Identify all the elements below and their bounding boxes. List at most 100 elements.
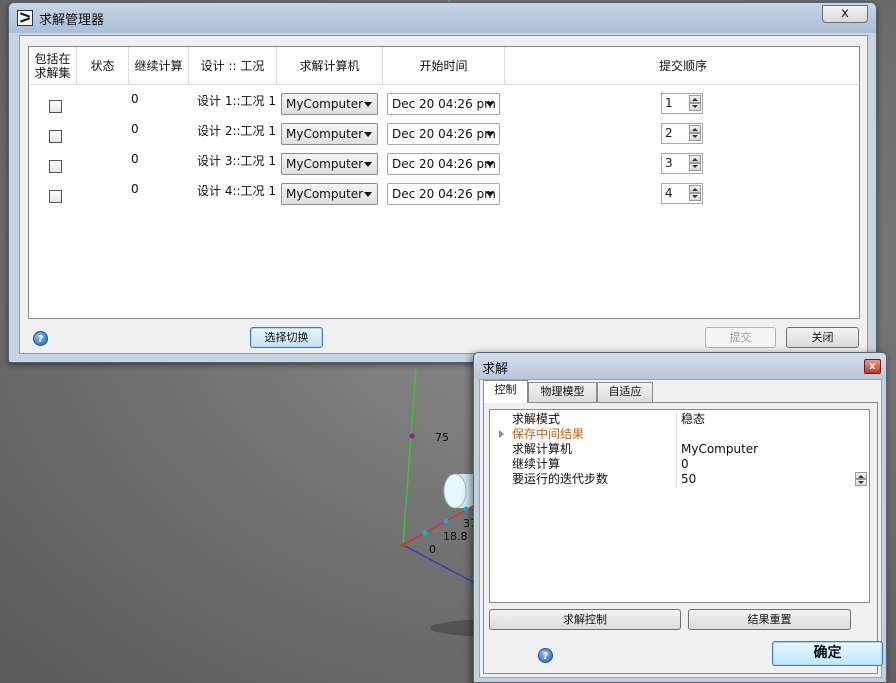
column-header-computer[interactable]: 求解计算机	[277, 47, 383, 85]
start-time-value: Dec 20 04:26 pm	[392, 97, 496, 111]
column-header-start-time[interactable]: 开始时间	[383, 47, 505, 85]
start-time-picker[interactable]: Dec 20 04:26 pm	[387, 153, 500, 175]
design-case-label: 设计 3::工况 1	[197, 154, 276, 168]
submit-button[interactable]: 提交	[705, 327, 776, 348]
column-header-submit-order[interactable]: 提交顺序	[505, 47, 861, 85]
property-name: 继续计算	[512, 457, 561, 471]
property-row[interactable]: 继续计算 0	[490, 457, 869, 472]
solve-manager-window: 求解管理器 x 包括在求解集 状态 继续计算 设计 :: 工况 求解计算机 开始…	[8, 2, 877, 363]
property-name: 求解模式	[512, 412, 561, 426]
submit-order-value: 4	[665, 186, 673, 200]
spin-down-icon[interactable]	[689, 163, 701, 171]
chevron-down-icon	[486, 132, 494, 137]
computer-select-value: MyComputer	[286, 187, 364, 201]
property-row[interactable]: 求解模式 稳态	[490, 412, 869, 427]
spin-up-icon[interactable]	[689, 125, 701, 133]
app-logo-icon	[17, 10, 33, 26]
y-axis-line	[402, 367, 417, 546]
submit-order-value: 2	[665, 126, 673, 140]
spin-up-icon[interactable]	[689, 95, 701, 103]
window-title: 求解管理器	[39, 13, 105, 28]
spin-down-icon[interactable]	[855, 479, 867, 486]
close-button[interactable]: 关闭	[786, 327, 859, 348]
chevron-down-icon	[486, 162, 494, 167]
computer-select-value: MyComputer	[286, 97, 364, 111]
spin-up-icon[interactable]	[689, 185, 701, 193]
chevron-down-icon	[364, 132, 372, 137]
spin-down-icon[interactable]	[689, 133, 701, 141]
axis-label-18-8: 18.8	[443, 530, 468, 543]
tab-panel-control: 求解模式 稳态 保存中间结果 求解计算机 MyComputer 继续计算 0 要…	[483, 402, 878, 674]
computer-select[interactable]: MyComputer	[281, 153, 378, 175]
help-icon[interactable]: ?	[33, 331, 48, 346]
design-case-label: 设计 2::工况 1	[197, 124, 276, 138]
table-row: 0 设计 4::工况 1 MyComputer Dec 20 04:26 pm …	[29, 179, 859, 209]
start-time-picker[interactable]: Dec 20 04:26 pm	[387, 123, 500, 145]
computer-select[interactable]: MyComputer	[281, 183, 378, 205]
chevron-down-icon	[364, 162, 372, 167]
close-icon[interactable]: x	[864, 359, 881, 374]
table-row: 0 设计 3::工况 1 MyComputer Dec 20 04:26 pm …	[29, 149, 859, 179]
table-row: 0 设计 2::工况 1 MyComputer Dec 20 04:26 pm …	[29, 119, 859, 149]
tab-adaptive[interactable]: 自适应	[597, 382, 653, 402]
column-header-status[interactable]: 状态	[77, 47, 129, 85]
start-time-value: Dec 20 04:26 pm	[392, 187, 496, 201]
submit-order-value: 3	[665, 156, 673, 170]
tab-control[interactable]: 控制	[483, 380, 528, 403]
property-group-row[interactable]: 保存中间结果	[490, 427, 869, 442]
continue-value: 0	[131, 92, 139, 106]
dialog-title: 求解	[482, 362, 509, 377]
result-reset-button[interactable]: 结果重置	[688, 609, 851, 630]
include-checkbox[interactable]	[49, 130, 62, 143]
continue-value: 0	[131, 122, 139, 136]
property-value[interactable]: MyComputer	[681, 442, 758, 457]
ok-button[interactable]: 确定	[772, 641, 883, 666]
start-time-picker[interactable]: Dec 20 04:26 pm	[387, 183, 500, 205]
solve-set-table: 包括在求解集 状态 继续计算 设计 :: 工况 求解计算机 开始时间 提交顺序 …	[28, 46, 860, 319]
include-checkbox[interactable]	[49, 190, 62, 203]
column-header-continue[interactable]: 继续计算	[129, 47, 189, 85]
submit-order-stepper[interactable]: 2	[661, 123, 703, 144]
chevron-down-icon	[486, 192, 494, 197]
help-icon[interactable]: ?	[538, 648, 553, 663]
spin-up-icon[interactable]	[855, 472, 867, 479]
dialog-client: 控制 物理模型 自适应 求解模式 稳态 保存中间结果 求解计算机 MyCompu	[479, 379, 883, 678]
computer-select-value: MyComputer	[286, 127, 364, 141]
chevron-down-icon	[364, 102, 372, 107]
continue-value: 0	[131, 152, 139, 166]
submit-order-stepper[interactable]: 1	[661, 93, 703, 114]
iterations-value[interactable]: 50	[681, 472, 696, 487]
column-header-included[interactable]: 包括在求解集	[29, 47, 77, 85]
tab-physics-model[interactable]: 物理模型	[528, 382, 597, 402]
property-grid: 求解模式 稳态 保存中间结果 求解计算机 MyComputer 继续计算 0 要…	[489, 409, 870, 603]
property-value[interactable]: 稳态	[681, 412, 705, 427]
solve-control-button[interactable]: 求解控制	[489, 609, 681, 630]
computer-select[interactable]: MyComputer	[281, 93, 378, 115]
iterations-stepper[interactable]	[855, 472, 867, 486]
title-bar[interactable]: 求解管理器 x	[9, 3, 876, 33]
submit-order-stepper[interactable]: 3	[661, 153, 703, 174]
axis-label-75: 75	[435, 431, 449, 444]
expand-arrow-icon[interactable]	[499, 430, 504, 438]
toggle-selection-button[interactable]: 选择切换	[250, 327, 323, 348]
design-case-label: 设计 1::工况 1	[197, 94, 276, 108]
start-time-value: Dec 20 04:26 pm	[392, 157, 496, 171]
spin-down-icon[interactable]	[689, 193, 701, 201]
spin-up-icon[interactable]	[689, 155, 701, 163]
property-row[interactable]: 要运行的迭代步数 50	[490, 472, 869, 487]
property-value[interactable]: 0	[681, 457, 689, 472]
start-time-picker[interactable]: Dec 20 04:26 pm	[387, 93, 500, 115]
close-window-button[interactable]: x	[822, 5, 868, 23]
spin-down-icon[interactable]	[689, 103, 701, 111]
property-name: 求解计算机	[512, 442, 573, 456]
submit-order-stepper[interactable]: 4	[661, 183, 703, 204]
chevron-down-icon	[486, 102, 494, 107]
computer-select[interactable]: MyComputer	[281, 123, 378, 145]
dialog-title-bar[interactable]: 求解 x	[474, 353, 886, 379]
property-row[interactable]: 求解计算机 MyComputer	[490, 442, 869, 457]
start-time-value: Dec 20 04:26 pm	[392, 127, 496, 141]
include-checkbox[interactable]	[49, 100, 62, 113]
submit-order-value: 1	[665, 96, 673, 110]
column-header-design-case[interactable]: 设计 :: 工况	[189, 47, 277, 85]
include-checkbox[interactable]	[49, 160, 62, 173]
